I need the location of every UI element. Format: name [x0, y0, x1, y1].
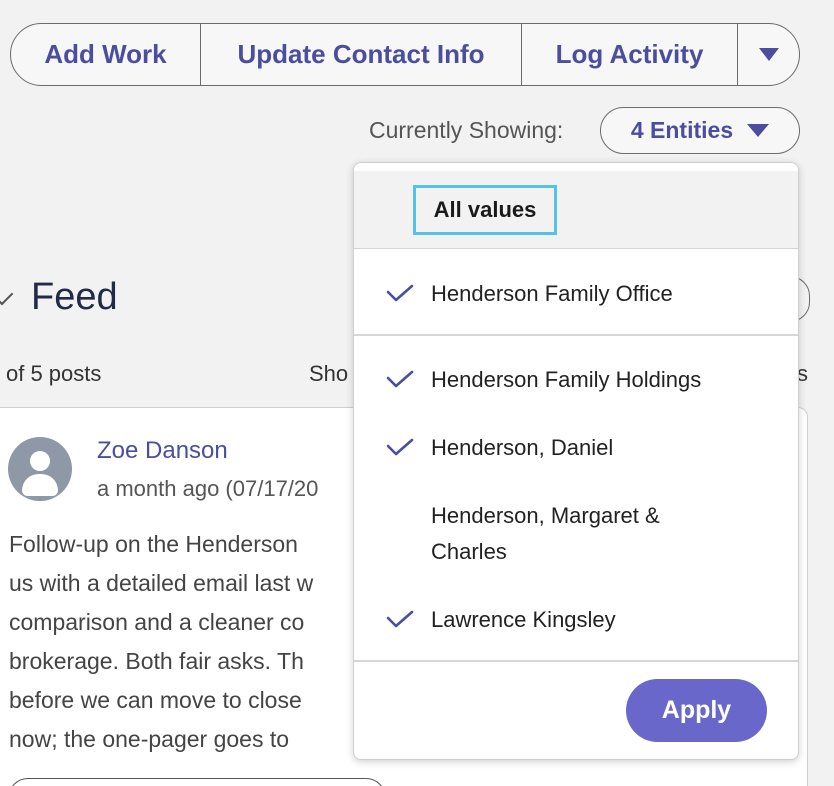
- more-actions-button[interactable]: [738, 24, 799, 85]
- feed-title: Feed: [31, 276, 118, 318]
- post-author-link[interactable]: Zoe Danson: [97, 437, 228, 465]
- check-icon: [386, 284, 414, 302]
- check-icon: [386, 610, 414, 628]
- all-values-row: All values: [354, 171, 798, 249]
- entities-filter-value: 4 Entities: [630, 117, 734, 143]
- entity-option-label: Lawrence Kingsley: [431, 607, 616, 632]
- entity-option-henderson-daniel[interactable]: Henderson, Daniel: [354, 430, 798, 466]
- posts-count: of 5 posts: [6, 361, 102, 386]
- caret-down-icon: [758, 48, 779, 61]
- entity-option-label: Henderson Family Office: [431, 281, 673, 306]
- add-work-button[interactable]: Add Work: [11, 24, 201, 85]
- chevron-icon[interactable]: [0, 282, 14, 306]
- entity-option-henderson-margaret-charles[interactable]: Henderson, Margaret & Charles: [354, 498, 798, 570]
- update-contact-info-button[interactable]: Update Contact Info: [201, 24, 522, 85]
- entity-option-label: Henderson, Margaret & Charles: [431, 503, 660, 564]
- check-icon: [386, 506, 414, 524]
- log-activity-button[interactable]: Log Activity: [522, 24, 738, 85]
- entities-filter-button[interactable]: 4 Entities: [600, 107, 800, 154]
- check-icon: [386, 370, 414, 388]
- entity-option-henderson-family-holdings[interactable]: Henderson Family Holdings: [354, 362, 798, 398]
- all-values-option[interactable]: All values: [413, 185, 557, 235]
- entities-dropdown: All values Henderson Family Office Hende…: [353, 162, 799, 760]
- post-action-button[interactable]: [8, 778, 386, 786]
- user-avatar-icon: [8, 437, 72, 501]
- show-control-partial[interactable]: Sho: [309, 361, 348, 387]
- action-toolbar: Add Work Update Contact Info Log Activit…: [10, 23, 800, 86]
- entity-option-label: Henderson Family Holdings: [431, 367, 702, 392]
- entity-option-lawrence-kingsley[interactable]: Lawrence Kingsley: [354, 602, 798, 638]
- apply-button[interactable]: Apply: [626, 679, 767, 742]
- entity-option-label: Henderson, Daniel: [431, 435, 614, 460]
- entity-option-henderson-family-office[interactable]: Henderson Family Office: [354, 276, 798, 312]
- divider: [354, 334, 798, 336]
- currently-showing-label: Currently Showing:: [369, 117, 564, 143]
- divider: [354, 660, 798, 662]
- check-icon: [386, 438, 414, 456]
- caret-down-icon: [747, 124, 770, 137]
- post-timestamp: a month ago (07/17/20: [97, 476, 319, 501]
